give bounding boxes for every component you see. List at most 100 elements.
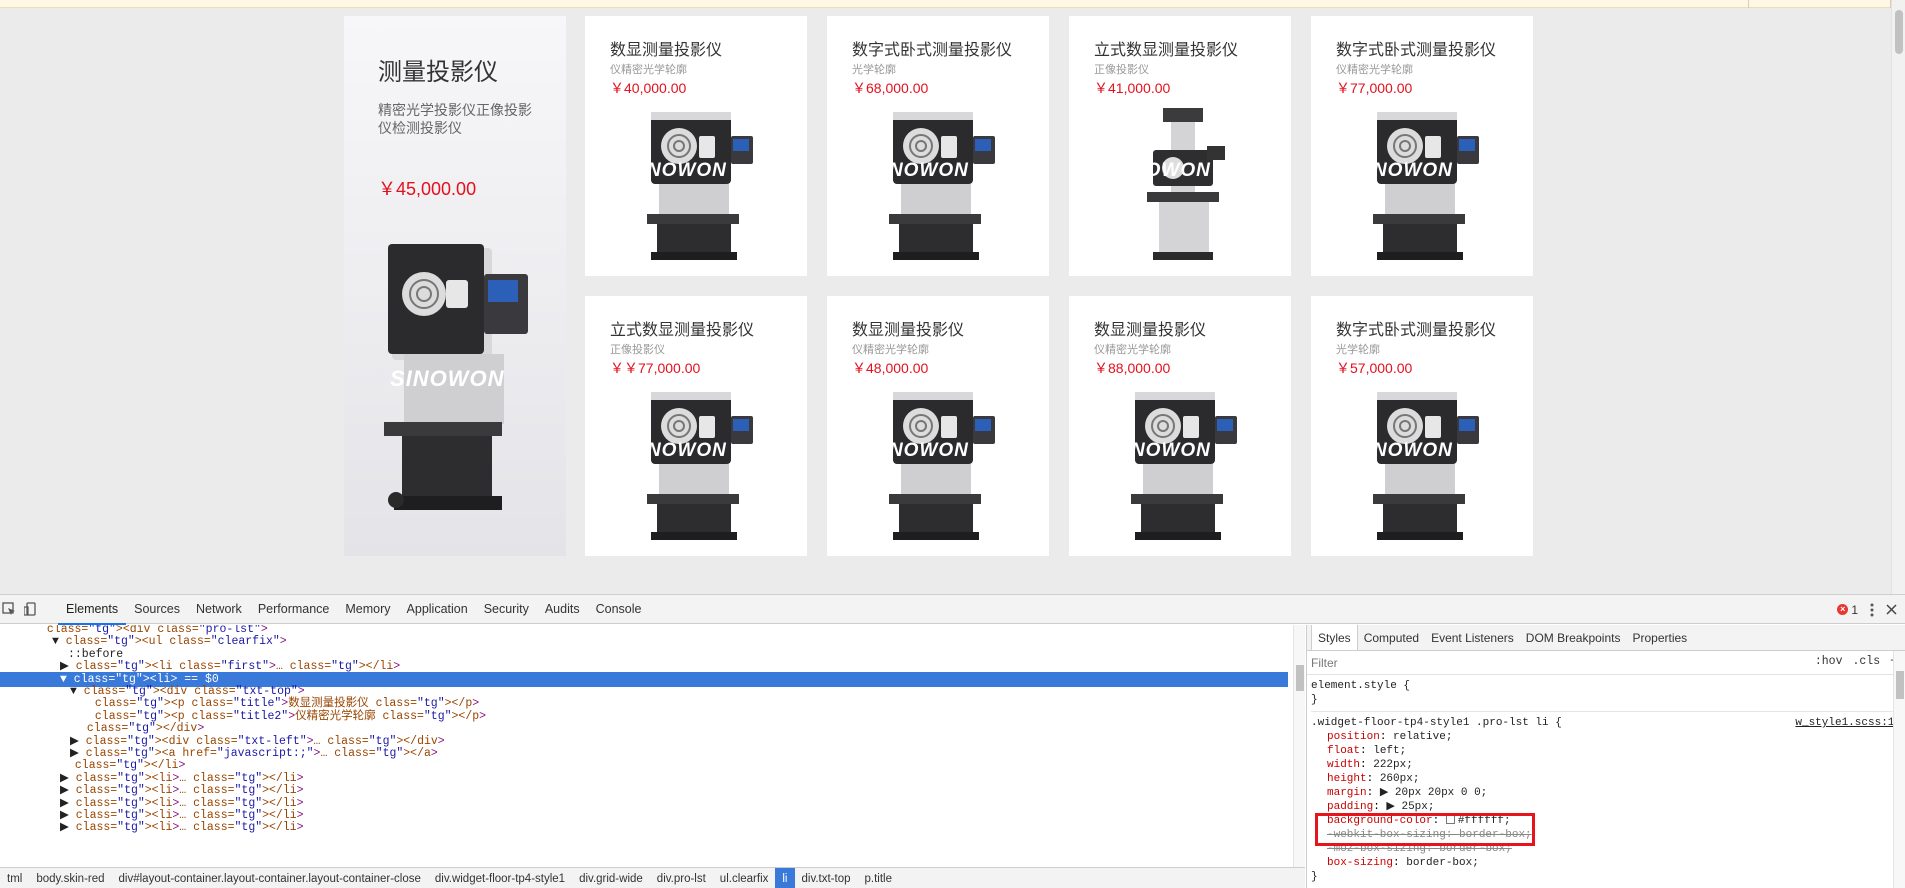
css-property[interactable]: padding: ▶ 25px; <box>1311 800 1905 814</box>
strip-divider <box>1748 0 1749 8</box>
css-property-name: box-sizing <box>1327 857 1394 869</box>
breadcrumb-item[interactable]: p.title <box>858 868 900 888</box>
product-image: SINOWON <box>1353 112 1479 260</box>
elements-scrollbar[interactable] <box>1293 625 1305 867</box>
product-card[interactable]: 数显测量投影仪 仪精密光学轮廓 ￥88,000.00 SINOWON <box>1069 296 1291 556</box>
brand-watermark: SINOWON <box>390 366 505 391</box>
product-card[interactable]: 数显测量投影仪 仪精密光学轮廓 ￥40,000.00 SINOWON <box>585 16 807 276</box>
breadcrumb-item[interactable]: div.widget-floor-tp4-style1 <box>428 868 572 888</box>
devtools-tab-application[interactable]: Application <box>399 595 476 624</box>
pro-lst-li-rule[interactable]: .widget-floor-tp4-style1 .pro-lst li { w… <box>1311 712 1905 888</box>
devtools-tab-memory[interactable]: Memory <box>337 595 398 624</box>
page-scrollbar-thumb[interactable] <box>1895 10 1903 54</box>
breadcrumb-item[interactable]: ul.clearfix <box>713 868 776 888</box>
styles-tab-properties[interactable]: Properties <box>1626 625 1693 650</box>
devtools-toolbar: Elements Sources Network Performance Memory A… <box>0 595 1905 625</box>
product-title: 数显测量投影仪 <box>852 322 965 339</box>
styles-scrollbar[interactable] <box>1893 651 1905 888</box>
product-subtitle: 正像投影仪 <box>610 344 665 356</box>
css-property[interactable]: box-sizing: border-box; <box>1311 856 1905 870</box>
breadcrumb-item[interactable]: li <box>775 868 795 888</box>
product-title: 数字式卧式测量投影仪 <box>1336 42 1497 59</box>
product-price: ￥88,000.00 <box>1094 360 1171 376</box>
styles-filter-input[interactable]: Filter <box>1311 656 1338 670</box>
close-devtools-icon[interactable] <box>1886 604 1897 615</box>
product-card[interactable]: 数字式卧式测量投影仪 光学轮廓 ￥57,000.00 SINOWON <box>1311 296 1533 556</box>
css-property-value: relative; <box>1393 731 1453 743</box>
product-price: ￥48,000.00 <box>852 360 929 376</box>
device-toolbar-icon[interactable] <box>24 602 38 616</box>
product-title: 立式数显测量投影仪 <box>610 322 755 339</box>
rule-close-brace: } <box>1311 694 1318 706</box>
styles-tab-computed[interactable]: Computed <box>1358 625 1425 650</box>
css-rules: element.style { } .widget-floor-tp4-styl… <box>1307 675 1905 888</box>
devtools-tab-console[interactable]: Console <box>588 595 650 624</box>
featured-description: 精密光学投影仪正像投影仪检测投影仪 <box>378 102 532 136</box>
more-options-icon[interactable] <box>1870 603 1874 617</box>
top-notification-strip <box>0 0 1905 8</box>
class-toggle[interactable]: .cls <box>1852 655 1880 668</box>
styles-scrollbar-thumb[interactable] <box>1896 671 1904 699</box>
brand-watermark: SINOWON <box>627 160 727 181</box>
breadcrumb-item[interactable]: div.grid-wide <box>572 868 650 888</box>
element-style-rule[interactable]: element.style { } <box>1311 675 1905 712</box>
page-scrollbar[interactable] <box>1891 0 1905 594</box>
dom-node[interactable]: ▶ class="tg"><li>… class="tg"></li> <box>0 820 1288 835</box>
devtools-panel: Elements Sources Network Performance Memory A… <box>0 594 1905 888</box>
elements-tree[interactable]: class="tg"><div class="pro-lst"> ▼ class=… <box>0 625 1293 867</box>
css-property[interactable]: float: left; <box>1311 744 1905 758</box>
product-title: 数字式卧式测量投影仪 <box>1336 322 1497 339</box>
elements-scrollbar-thumb[interactable] <box>1296 665 1304 691</box>
product-title: 数显测量投影仪 <box>610 42 723 59</box>
devtools-right-controls: × 1 <box>1837 595 1897 624</box>
brand-watermark: SINOWON <box>1353 160 1453 181</box>
highlight-annotation-box <box>1315 813 1535 846</box>
devtools-tab-elements[interactable]: Elements <box>58 595 127 625</box>
css-property-value: ▶ 20px 20px 0 0; <box>1379 787 1488 799</box>
product-card[interactable]: 立式数显测量投影仪 正像投影仪 ￥￥77,000.00 SINOWON <box>585 296 807 556</box>
styles-tab-event-listeners[interactable]: Event Listeners <box>1425 625 1520 650</box>
breadcrumb-item[interactable]: body.skin-red <box>29 868 111 888</box>
featured-price: ￥45,000.00 <box>378 179 477 199</box>
css-property[interactable]: width: 222px; <box>1311 758 1905 772</box>
product-subtitle: 光学轮廓 <box>1336 344 1380 356</box>
styles-filter-bar[interactable]: Filter :hov .cls + <box>1307 651 1905 675</box>
styles-tab-dom-breakpoints[interactable]: DOM Breakpoints <box>1520 625 1627 650</box>
error-counter[interactable]: × 1 <box>1837 603 1858 617</box>
css-property-name: height <box>1327 773 1367 785</box>
devtools-tab-performance[interactable]: Performance <box>250 595 338 624</box>
css-property[interactable]: margin: ▶ 20px 20px 0 0; <box>1311 786 1905 800</box>
breadcrumb-item[interactable]: div#layout-container.layout-container.la… <box>112 868 428 888</box>
breadcrumb-item[interactable]: div.pro-lst <box>650 868 713 888</box>
product-card[interactable]: 数显测量投影仪 仪精密光学轮廓 ￥48,000.00 SINOWON <box>827 296 1049 556</box>
styles-tabs: Styles Computed Event Listeners DOM Breakpo… <box>1307 625 1905 651</box>
brand-watermark: SINOWON <box>1111 160 1211 181</box>
css-property[interactable]: height: 260px; <box>1311 772 1905 786</box>
hover-state-toggle[interactable]: :hov <box>1815 655 1843 668</box>
product-title: 立式数显测量投影仪 <box>1094 42 1239 59</box>
devtools-tab-security[interactable]: Security <box>476 595 537 624</box>
product-title: 数显测量投影仪 <box>1094 322 1207 339</box>
css-property[interactable]: position: relative; <box>1311 730 1905 744</box>
devtools-tabs: Elements Sources Network Performance Memory A… <box>58 595 650 625</box>
product-card[interactable]: 立式数显测量投影仪 正像投影仪 ￥41,000.00 SINOWON <box>1069 16 1291 276</box>
featured-product-tile[interactable]: 测量投影仪 精密光学投影仪正像投影仪检测投影仪 ￥45,000.00 SINOW… <box>344 16 566 556</box>
breadcrumb-item[interactable]: tml <box>0 868 29 888</box>
element-style-selector: element.style { <box>1311 680 1411 692</box>
product-image: SINOWON <box>627 392 753 540</box>
devtools-tab-sources[interactable]: Sources <box>126 595 188 624</box>
product-image: SINOWON <box>627 112 753 260</box>
devtools-tab-audits[interactable]: Audits <box>537 595 588 624</box>
rule-source-link[interactable]: w_style1.scss:16 <box>1795 716 1901 730</box>
styles-tab-styles[interactable]: Styles <box>1311 625 1358 650</box>
product-subtitle: 正像投影仪 <box>1094 64 1149 76</box>
inspect-element-icon[interactable] <box>2 602 16 616</box>
breadcrumb-item[interactable]: div.txt-top <box>795 868 858 888</box>
product-card[interactable]: 数字式卧式测量投影仪 光学轮廓 ￥68,000.00 SINOWON <box>827 16 1049 276</box>
devtools-tab-network[interactable]: Network <box>188 595 250 624</box>
rule-properties: position: relative; float: left; width: 22… <box>1311 730 1905 870</box>
brand-watermark: SINOWON <box>869 440 969 461</box>
product-card[interactable]: 数字式卧式测量投影仪 仪精密光学轮廓 ￥77,000.00 SINOWON <box>1311 16 1533 276</box>
product-image: SINOWON <box>869 392 995 540</box>
product-image: SINOWON <box>1111 108 1225 260</box>
